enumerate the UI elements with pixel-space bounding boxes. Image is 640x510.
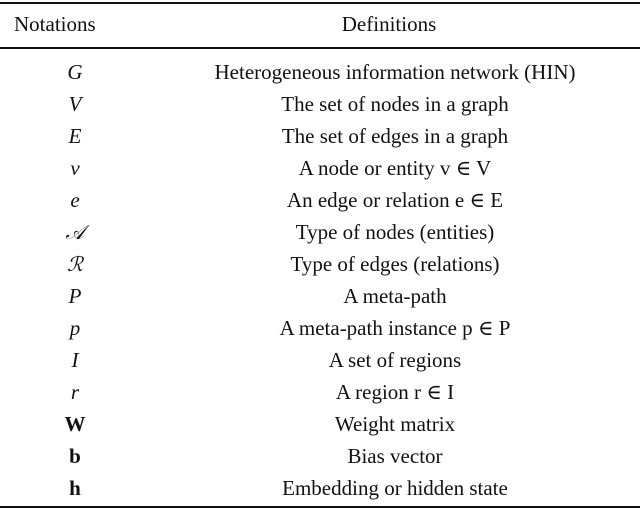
notation-definition: A set of regions <box>328 348 462 372</box>
notation-definition: An edge or relation e ∈ E <box>286 188 504 212</box>
notation-symbol: h <box>69 476 81 500</box>
table-header-rule <box>0 47 640 49</box>
notation-definition: Type of nodes (entities) <box>295 220 495 244</box>
notation-definition: Heterogeneous information network (HIN) <box>214 60 576 84</box>
notation-definition: Embedding or hidden state <box>282 476 508 500</box>
table-row: E The set of edges in a graph <box>0 120 640 152</box>
table-row: r A region r ∈ I <box>0 376 640 408</box>
table-row: 𝒜 Type of nodes (entities) <box>0 216 640 248</box>
notation-symbol: V <box>68 92 82 116</box>
table-row: P A meta-path <box>0 280 640 312</box>
notation-definition: A meta-path <box>343 284 447 308</box>
notation-symbol: P <box>68 284 82 308</box>
notation-definition: A node or entity v ∈ V <box>298 156 492 180</box>
table-bottom-rule <box>0 506 640 508</box>
notation-symbol: p <box>69 316 81 340</box>
notation-symbol: G <box>67 60 83 84</box>
notation-symbol: v <box>70 156 80 180</box>
notation-symbol: I <box>71 348 79 372</box>
notation-symbol: ℛ <box>67 252 83 276</box>
table-top-rule <box>0 2 640 4</box>
table-row: h Embedding or hidden state <box>0 472 640 504</box>
notation-symbol: e <box>70 188 80 212</box>
notation-definition: A meta-path instance p ∈ P <box>279 316 511 340</box>
header-notations: Notations <box>14 12 96 36</box>
notation-definition: The set of nodes in a graph <box>281 92 509 116</box>
notation-definition: The set of edges in a graph <box>281 124 509 148</box>
notation-symbol: b <box>69 444 81 468</box>
table-row: ℛ Type of edges (relations) <box>0 248 640 280</box>
table-row: e An edge or relation e ∈ E <box>0 184 640 216</box>
notation-symbol: E <box>68 124 82 148</box>
notation-symbol: r <box>70 380 80 404</box>
table-row: b Bias vector <box>0 440 640 472</box>
notation-symbol: 𝒜 <box>65 220 85 244</box>
table-row: p A meta-path instance p ∈ P <box>0 312 640 344</box>
table-header-row: Notations Definitions <box>0 8 640 40</box>
table-row: W Weight matrix <box>0 408 640 440</box>
header-definitions: Definitions <box>341 12 437 36</box>
notation-definition: Bias vector <box>347 444 443 468</box>
table-row: v A node or entity v ∈ V <box>0 152 640 184</box>
table-row: I A set of regions <box>0 344 640 376</box>
notation-symbol: W <box>64 412 86 436</box>
table-row: V The set of nodes in a graph <box>0 88 640 120</box>
notation-definition: A region r ∈ I <box>335 380 455 404</box>
notation-definition: Weight matrix <box>334 412 456 436</box>
notation-definition: Type of edges (relations) <box>290 252 500 276</box>
table-row: G Heterogeneous information network (HIN) <box>0 56 640 88</box>
